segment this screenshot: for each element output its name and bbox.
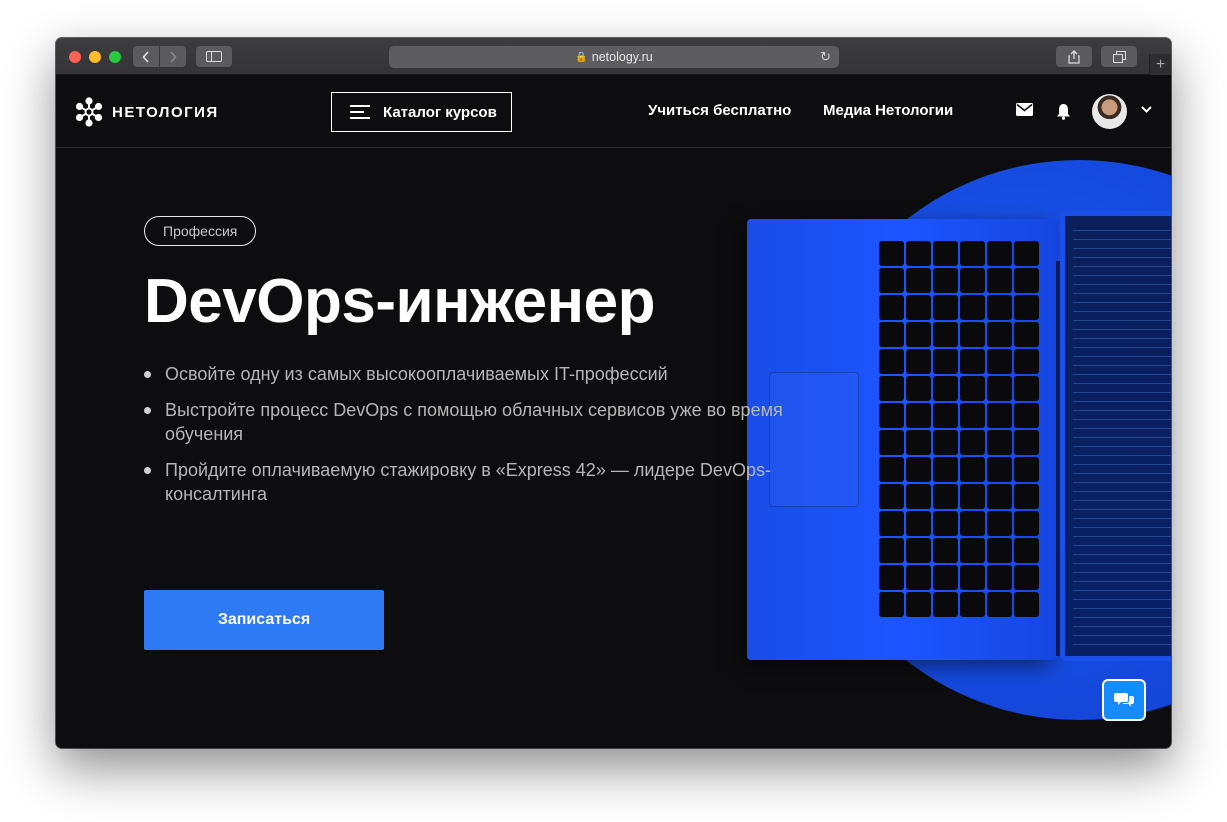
menu-icon xyxy=(350,101,370,123)
nav-learn-free-link[interactable]: Учиться бесплатно xyxy=(648,102,791,119)
site-header: НЕТОЛОГИЯ Каталог курсов Учиться бесплат… xyxy=(56,75,1171,148)
chat-button[interactable] xyxy=(1102,679,1146,721)
forward-button[interactable] xyxy=(160,46,186,67)
minimize-window-button[interactable] xyxy=(89,51,101,63)
chevron-right-icon xyxy=(170,50,177,63)
share-button[interactable] xyxy=(1056,46,1092,67)
enroll-button[interactable]: Записаться xyxy=(144,590,384,650)
logo[interactable]: НЕТОЛОГИЯ xyxy=(74,97,219,127)
keyboard xyxy=(879,241,1039,636)
zoom-window-button[interactable] xyxy=(109,51,121,63)
mail-icon[interactable] xyxy=(1016,103,1033,121)
list-item: Пройдите оплачиваемую стажировку в «Expr… xyxy=(144,458,814,506)
catalog-button-label: Каталог курсов xyxy=(383,103,497,121)
browser-toolbar: 🔒 netology.ru ↻ + xyxy=(56,38,1171,75)
sidebar-icon xyxy=(206,51,222,62)
benefits-list: Освойте одну из самых высокооплачиваемых… xyxy=(144,362,814,518)
sidebar-toggle-button[interactable] xyxy=(196,46,232,67)
chevron-left-icon xyxy=(142,50,149,63)
tab-overview-button[interactable] xyxy=(1101,46,1137,67)
tabs-icon xyxy=(1112,50,1126,63)
nav-media-link[interactable]: Медиа Нетологии xyxy=(823,102,953,119)
screen-code xyxy=(1073,230,1171,650)
laptop-screen xyxy=(1060,211,1171,661)
list-item: Освойте одну из самых высокооплачиваемых… xyxy=(144,362,814,386)
profession-badge: Профессия xyxy=(144,216,257,246)
new-tab-button[interactable]: + xyxy=(1149,54,1171,75)
browser-window: 🔒 netology.ru ↻ + НЕТОЛОГИЯ Каталог курс… xyxy=(56,38,1171,748)
hero-section: Профессия DevOps-инженер Освойте одну из… xyxy=(56,148,1171,748)
page-title: DevOps-инженер xyxy=(144,267,655,336)
lock-icon: 🔒 xyxy=(575,51,588,63)
share-icon xyxy=(1068,49,1080,64)
chat-icon xyxy=(1114,693,1134,707)
reload-icon[interactable]: ↻ xyxy=(820,49,831,65)
close-window-button[interactable] xyxy=(69,51,81,63)
address-bar[interactable]: 🔒 netology.ru ↻ xyxy=(389,46,839,68)
avatar[interactable] xyxy=(1092,94,1127,129)
chevron-down-icon[interactable] xyxy=(1141,104,1152,116)
bell-icon[interactable] xyxy=(1056,103,1071,125)
list-item: Выстройте процесс DevOps с помощью облач… xyxy=(144,398,814,446)
logo-text: НЕТОЛОГИЯ xyxy=(112,103,219,121)
netology-logo-icon xyxy=(75,97,103,127)
catalog-button[interactable]: Каталог курсов xyxy=(331,92,512,132)
back-button[interactable] xyxy=(133,46,159,67)
url-text: netology.ru xyxy=(591,50,653,64)
